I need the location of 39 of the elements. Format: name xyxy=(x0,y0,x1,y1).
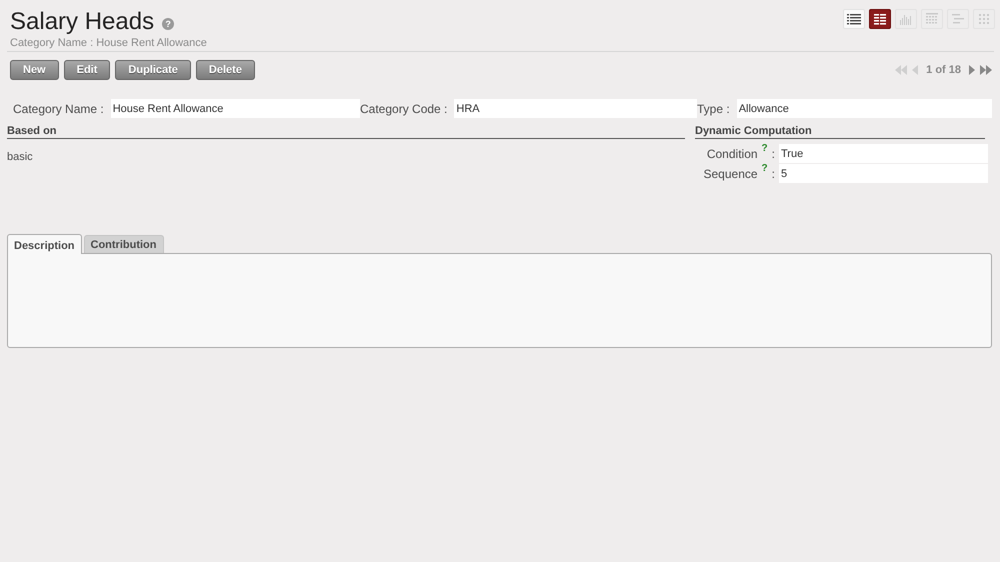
action-button[interactable]: Delete xyxy=(196,60,255,80)
help-mark[interactable]: ? xyxy=(762,142,768,156)
calendar-view-icon xyxy=(925,13,939,25)
calendar-view-button[interactable] xyxy=(921,9,943,29)
kanban-view-button[interactable] xyxy=(973,9,995,29)
text-field[interactable]: Allowance xyxy=(736,99,992,118)
text-field[interactable]: True xyxy=(779,144,988,163)
tab[interactable]: Contribution xyxy=(84,235,164,253)
tab[interactable]: Description xyxy=(7,234,82,254)
form-view-button[interactable] xyxy=(869,9,891,29)
label-colon: : xyxy=(772,166,775,180)
list-view-icon xyxy=(847,13,861,25)
pager-count: 1 of 18 xyxy=(926,64,961,76)
label-colon: : xyxy=(772,146,775,160)
next-page-icon[interactable] xyxy=(969,65,975,75)
last-page-icon[interactable] xyxy=(980,65,992,75)
help-mark[interactable]: ? xyxy=(762,162,768,176)
field-label: Sequence xyxy=(704,166,758,180)
action-button[interactable]: New xyxy=(10,60,59,80)
list-view-button[interactable] xyxy=(843,9,865,29)
section-heading: Dynamic Computation xyxy=(695,125,985,139)
record-subtitle: Category Name : House Rent Allowance xyxy=(10,37,207,49)
text-field[interactable]: House Rent Allowance xyxy=(110,99,360,118)
section-heading: Based on xyxy=(7,125,685,139)
gantt-view-icon xyxy=(951,13,965,25)
text-field[interactable]: HRA xyxy=(454,99,697,118)
text-field[interactable]: 5 xyxy=(779,164,988,183)
graph-view-icon xyxy=(899,13,913,25)
kanban-view-icon xyxy=(977,13,991,25)
field-label: Category Name : xyxy=(13,102,104,116)
based-on-value: basic xyxy=(7,151,33,163)
action-button[interactable]: Duplicate xyxy=(115,60,191,80)
field-label: Category Code : xyxy=(360,102,448,116)
gantt-view-button[interactable] xyxy=(947,9,969,29)
field-label: Condition xyxy=(706,146,758,160)
action-button[interactable]: Edit xyxy=(64,60,110,80)
field-label: Type : xyxy=(697,102,730,116)
page-title: Salary Heads xyxy=(10,8,154,36)
form-view-icon xyxy=(873,13,887,25)
